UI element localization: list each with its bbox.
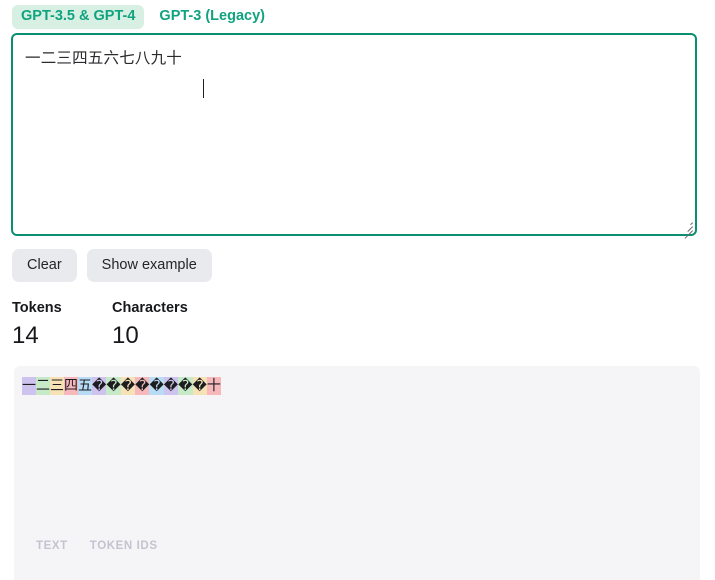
token-chip: � xyxy=(163,377,179,395)
token-chip: � xyxy=(92,377,107,395)
tab-label: GPT-3.5 & GPT-4 xyxy=(21,8,136,25)
model-tab-bar: GPT-3.5 & GPT-4 GPT-3 (Legacy) xyxy=(0,0,715,29)
stat-label: Tokens xyxy=(12,300,62,316)
token-visualization-panel: 一二三四五 � � � � � � � � 十 TEXT TOKEN IDS xyxy=(14,366,700,580)
text-input-container xyxy=(11,33,697,239)
token-chip: � xyxy=(178,377,193,395)
textarea-resize-handle[interactable] xyxy=(681,220,693,239)
tab-gpt-3-legacy[interactable]: GPT-3 (Legacy) xyxy=(150,5,274,29)
panel-tab-text[interactable]: TEXT xyxy=(36,540,68,552)
token-chip: � xyxy=(120,377,136,395)
show-example-button[interactable]: Show example xyxy=(86,249,212,282)
stat-value: 10 xyxy=(112,322,139,350)
token-chip: 五 xyxy=(78,377,92,395)
panel-tab-label: TOKEN IDS xyxy=(89,540,158,552)
text-cursor xyxy=(203,79,204,98)
tab-label: GPT-3 (Legacy) xyxy=(159,8,265,25)
token-chip: � xyxy=(149,377,164,395)
token-list: 一二三四五 � � � � � � � � 十 xyxy=(22,377,221,395)
stat-label: Characters xyxy=(112,300,188,316)
tokenizer-text-input[interactable] xyxy=(11,33,697,236)
panel-tab-token-ids[interactable]: TOKEN IDS xyxy=(90,540,158,552)
tab-gpt-35-and-gpt-4[interactable]: GPT-3.5 & GPT-4 xyxy=(12,5,145,29)
stat-tokens: Tokens 14 xyxy=(12,300,112,352)
panel-view-tab-bar: TEXT TOKEN IDS xyxy=(36,540,158,552)
token-chip: 一 xyxy=(22,377,36,395)
stat-characters: Characters 10 xyxy=(112,300,212,352)
stat-value: 14 xyxy=(12,322,39,350)
token-chip: 十 xyxy=(206,377,221,395)
token-chip: 三 xyxy=(50,377,64,395)
token-chip: � xyxy=(135,377,150,395)
stats-row: Tokens 14 Characters 10 xyxy=(12,300,212,352)
panel-tab-label: TEXT xyxy=(36,540,68,552)
action-button-group: Clear Show example xyxy=(12,249,212,282)
clear-button[interactable]: Clear xyxy=(12,249,77,282)
token-chip: 四 xyxy=(64,377,78,395)
token-chip: 二 xyxy=(36,377,50,395)
token-chip: � xyxy=(106,377,121,395)
token-chip: � xyxy=(192,377,207,395)
